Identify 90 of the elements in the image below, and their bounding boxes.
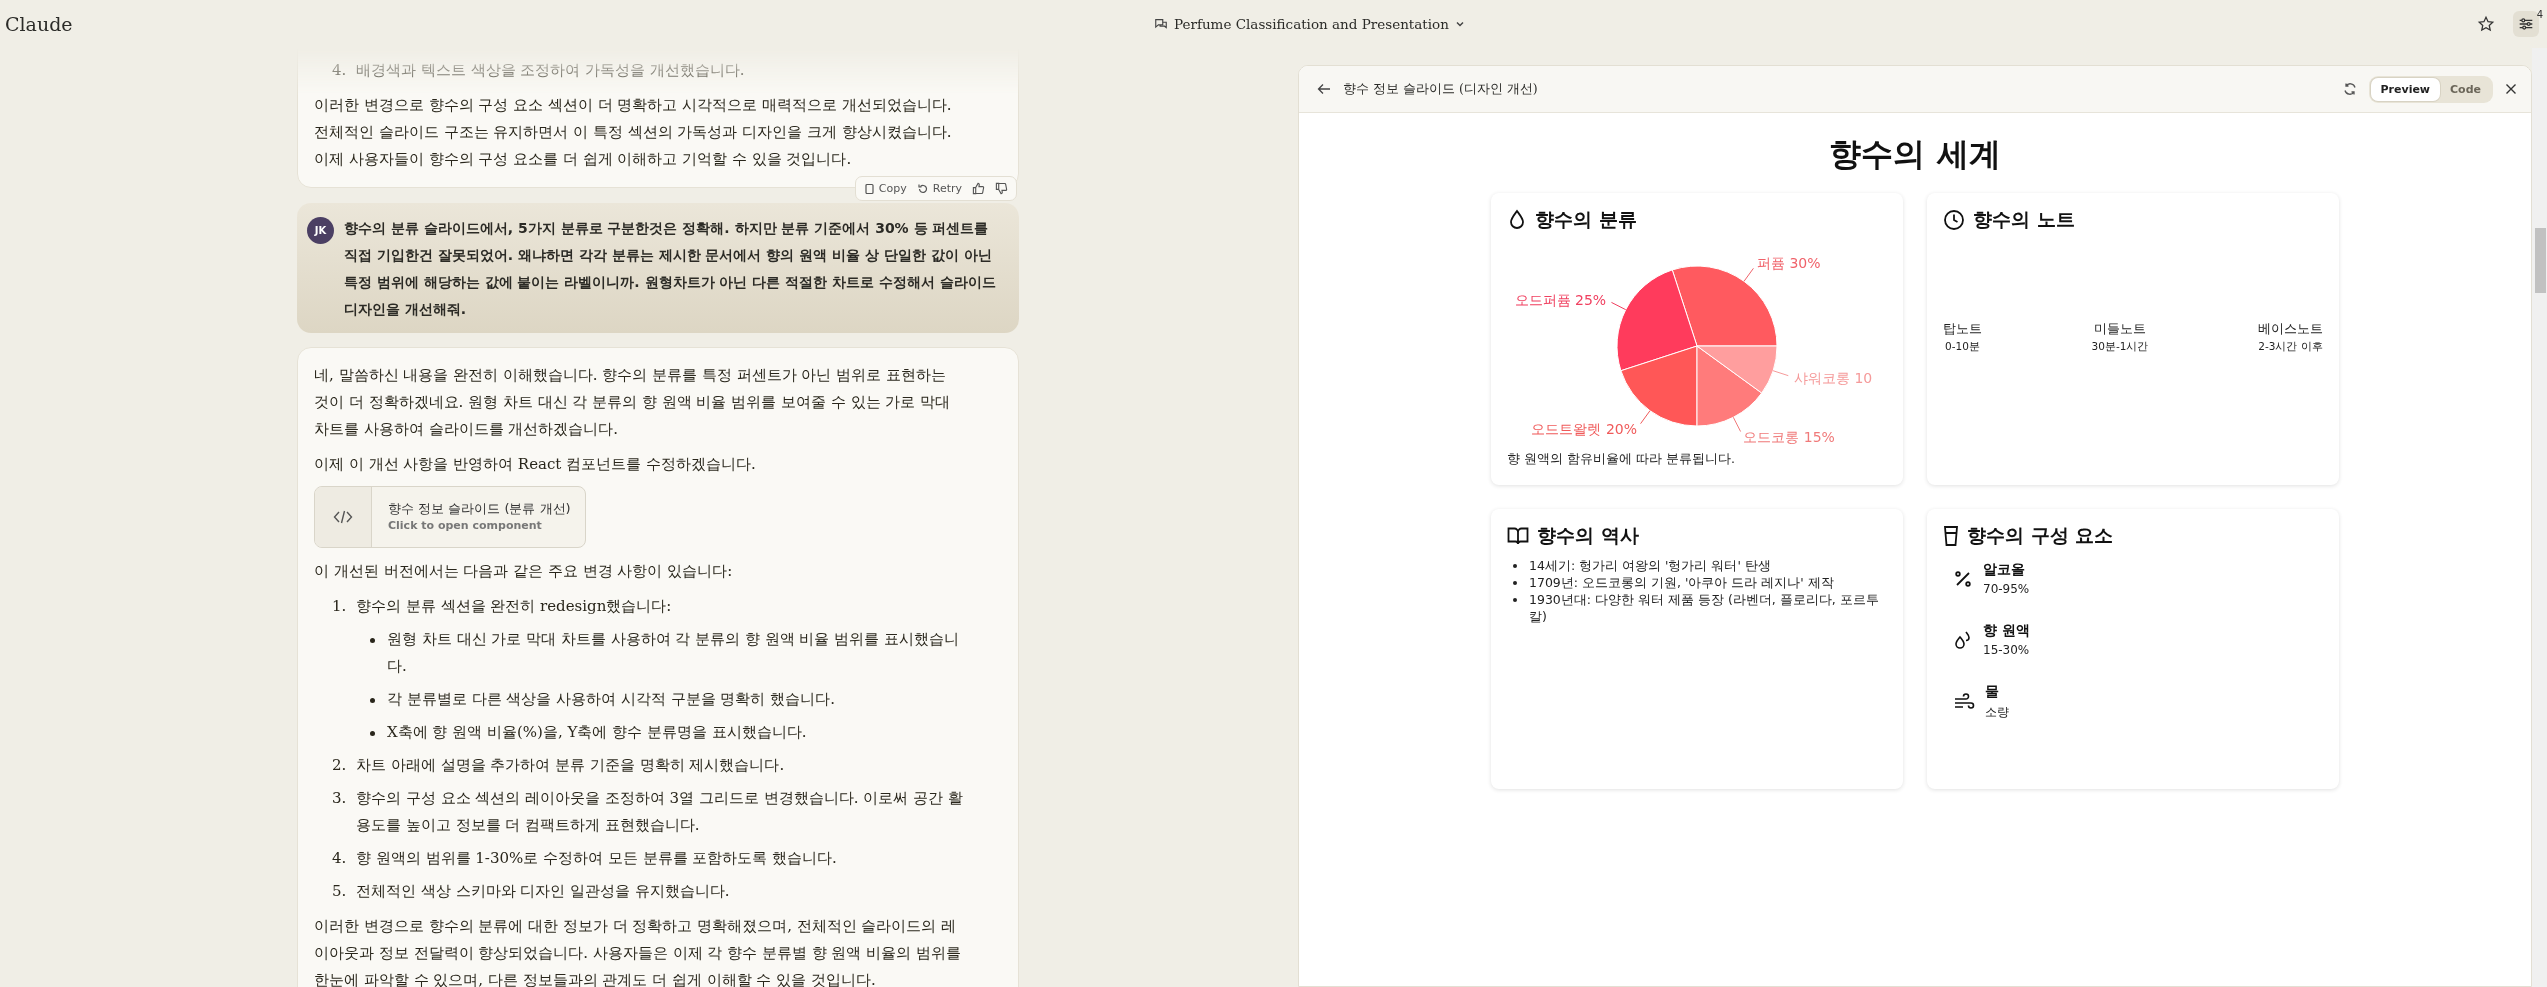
back-arrow-icon[interactable] — [1317, 82, 1331, 96]
card-title: 향수의 분류 — [1535, 207, 1637, 232]
user-message-text: 향수의 분류 슬라이드에서, 5가지 분류로 구분한것은 정확해. 하지만 분류 기준에서 30% 등 퍼센트를 직접 기입한건 잘못되었어. 왜냐하면 각각 분류는 제시한 문서에서 향의 원액 비율 상 단일한 값이 아닌 특정 범위에 해당하는 값에 붙이는 라벨이니까. 원형차트가 아닌 다른 적절한 차트로 수정해서 슬라이드 디자인을 개선해줘. — [344, 219, 997, 319]
component-value: 소량 — [1985, 704, 2009, 721]
list-number: 4. — [332, 848, 348, 869]
slice-label: 오드트왈렛 20% — [1531, 420, 1638, 437]
slice-label: 샤워코롱 10 — [1794, 369, 1873, 386]
list-item-text: X축에 향 원액 비율(%)을, Y축에 향수 분류명을 표시했습니다. — [387, 722, 807, 743]
chat-bubbles-icon — [1154, 17, 1168, 31]
component-name: 물 — [1985, 683, 2000, 701]
clock-icon — [1943, 209, 1965, 231]
bullet-icon — [370, 698, 375, 703]
note-name: 베이스노트 — [2258, 320, 2323, 338]
list-item-text: 향수의 분류 섹션을 완전히 redesign했습니다: — [356, 596, 673, 617]
list-number: 3. — [332, 788, 348, 809]
slice-label: 오드퍼퓸 25% — [1514, 291, 1607, 308]
message-paragraph: 이러한 변경으로 향수의 분류에 대한 정보가 더 정확하고 명확해졌으며, 전체적인 슬라이드의 레이아웃과 정보 전달력이 향상되었습니다. 사용자들은 이제 각 향수 분류별 향 원액 비율의 범위를 한눈에 파악할 수 있으며, 다른 정보들과의 관계도 더 쉽게 이해할 수 있을 것입니다. — [314, 916, 962, 987]
chevron-down-icon — [1454, 19, 1465, 29]
list-item-text: 원형 차트 대신 가로 막대 차트를 사용하여 각 분류의 향 원액 비율 범위를 표시했습니다. — [387, 629, 960, 677]
slide-title: 향수의 세계 — [1829, 134, 2001, 175]
list-item-text: 각 분류별로 다른 색상을 사용하여 시각적 구분을 명확히 했습니다. — [387, 689, 835, 710]
list-number: 4. — [332, 60, 348, 81]
card-title: 향수의 노트 — [1973, 207, 2075, 232]
artifact-title: 향수 정보 슬라이드 (디자인 개선) — [1343, 80, 1538, 98]
bullet-icon — [1513, 598, 1517, 602]
card-title: 향수의 역사 — [1537, 523, 1639, 548]
note-name: 탑노트 — [1943, 320, 1982, 338]
list-item-text: 향 원액의 범위를 1-30%로 수정하여 모든 분류를 포함하도록 했습니다. — [356, 848, 838, 869]
list-item-text: 향수의 구성 요소 섹션의 레이아웃을 조정하여 3열 그리드로 변경했습니다. 이로써 공간 활용도를 높이고 정보를 더 컴팩트하게 표현했습니다. — [356, 788, 964, 836]
thumbs-up-icon[interactable] — [972, 182, 985, 195]
message-paragraph: 네, 말씀하신 내용을 완전히 이해했습니다. 향수의 분류를 특정 퍼센트가 아닌 범위로 표현하는 것이 더 정확하겠네요. 원형 차트 대신 각 분류의 향 원액 비율 범위를 보여줄 수 있는 가로 막대 차트를 사용하여 슬라이드를 개선하겠습니다. — [314, 365, 952, 440]
artifact-card[interactable]: 향수 정보 슬라이드 (분류 개선) Click to open component — [314, 486, 586, 548]
note-time: 0-10분 — [1945, 339, 1980, 354]
artifact-subtitle: Click to open component — [388, 518, 543, 534]
code-icon — [333, 509, 353, 525]
refresh-icon[interactable] — [2342, 82, 2357, 96]
leader-line — [1743, 267, 1754, 282]
droplets-icon — [1953, 629, 1973, 650]
leader-line — [1732, 416, 1742, 433]
thumbs-down-icon[interactable] — [995, 182, 1008, 195]
retry-icon — [916, 182, 929, 195]
percent-icon — [1953, 568, 1973, 589]
chart-caption: 향 원액의 함유비율에 따라 분류됩니다. — [1507, 451, 1736, 468]
note-name: 미들노트 — [2094, 320, 2146, 338]
app-name[interactable]: Claude — [5, 13, 73, 35]
component-name: 알코올 — [1983, 561, 2026, 579]
scrollbar-thumb[interactable] — [2535, 228, 2546, 293]
bullet-icon — [1513, 564, 1517, 568]
bullet-icon — [370, 638, 375, 643]
slice-label: 퍼퓸 30% — [1756, 255, 1821, 272]
copy-button[interactable]: Copy — [863, 182, 907, 195]
card-title: 향수의 구성 요소 — [1967, 523, 2114, 548]
bullet-icon — [1513, 581, 1517, 585]
sliders-icon — [2517, 15, 2535, 33]
list-item-text: 전체적인 색상 스키마와 디자인 일관성을 유지했습니다. — [356, 881, 731, 902]
list-number: 5. — [332, 881, 348, 902]
user-avatar: JK — [307, 217, 334, 244]
wind-icon — [1953, 692, 1975, 712]
message-paragraph: 이러한 변경으로 향수의 구성 요소 섹션이 더 명확하고 시각적으로 매력적으로 개선되었습니다. 전체적인 슬라이드 구조는 유지하면서 이 특정 섹션의 가독성과 디자인을 크게 향상시켰습니다. 이제 사용자들이 향수의 구성 요소를 더 쉽게 이해하고 기억할 수 있을 것입니다. — [314, 95, 953, 170]
glass-icon — [1943, 525, 1959, 547]
bullet-icon — [370, 731, 375, 736]
copy-icon — [863, 182, 875, 195]
slice-label: 오드코롱 15% — [1743, 428, 1835, 445]
history-item: 1709년: 오드코롱의 기원, '아쿠아 드라 레지나' 제작 — [1529, 574, 1834, 591]
leader-line — [1640, 410, 1651, 425]
history-item: 1930년대: 다양한 워터 제품 등장 (라벤더, 플로리다, 포르투칼) — [1529, 591, 1880, 625]
list-number: 1. — [332, 596, 348, 617]
list-number: 2. — [332, 755, 348, 776]
list-item-text: 배경색과 텍스트 색상을 조정하여 가독성을 개선했습니다. — [356, 60, 746, 81]
retry-button[interactable]: Retry — [916, 182, 962, 195]
message-paragraph: 이제 이 개선 사항을 반영하여 React 컴포넌트를 수정하겠습니다. — [314, 454, 757, 475]
artifact-title: 향수 정보 슬라이드 (분류 개선) — [388, 500, 571, 518]
note-time: 2-3시간 이후 — [2258, 339, 2323, 354]
settings-button[interactable] — [2513, 11, 2539, 37]
leader-line — [1772, 370, 1789, 377]
conversation-title-button[interactable]: Perfume Classification and Presentation — [1150, 14, 1469, 34]
close-icon[interactable] — [2505, 83, 2517, 95]
droplet-icon — [1507, 209, 1527, 231]
component-value: 15-30% — [1983, 643, 2030, 657]
note-time: 30분-1시간 — [2091, 339, 2149, 354]
book-icon — [1507, 526, 1529, 546]
notification-count: 4 — [2536, 9, 2543, 20]
view-tab[interactable]: Preview — [2370, 77, 2441, 101]
message-paragraph: 이 개선된 버전에서는 다음과 같은 주요 변경 사항이 있습니다: — [314, 561, 734, 582]
view-tab[interactable]: Code — [2440, 77, 2491, 101]
list-item-text: 차트 아래에 설명을 추가하여 분류 기준을 명확히 제시했습니다. — [356, 755, 786, 776]
component-name: 향 원액 — [1983, 622, 2030, 640]
leader-line — [1610, 301, 1627, 311]
history-item: 14세기: 헝가리 여왕의 '헝가리 워터' 탄생 — [1529, 557, 1771, 574]
component-value: 70-95% — [1983, 582, 2030, 596]
